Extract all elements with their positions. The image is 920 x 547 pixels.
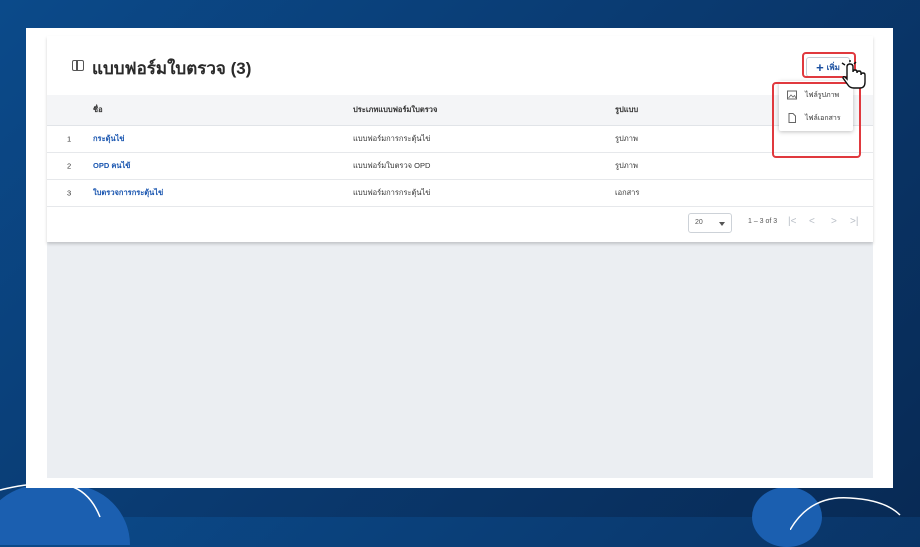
table-row[interactable]: 3 ใบตรวจการกระตุ้นไข่ แบบฟอร์มการกระตุ้น… [47,180,873,207]
page-range: 1 – 3 of 3 [748,218,778,225]
row-index: 1 [67,134,72,144]
row-name-link[interactable]: ใบตรวจการกระตุ้นไข่ [93,187,163,199]
row-name-link[interactable]: กระดุ้นไข่ [93,133,125,145]
card-header: แบบฟอร์มใบตรวจ (3) [47,36,873,94]
row-format: รูปภาพ [615,161,638,170]
page-size-select[interactable]: 20 [688,213,732,233]
caret-down-icon [719,222,725,226]
first-page-icon[interactable]: |< [788,216,796,227]
column-header-type[interactable]: ประเภทแบบฟอร์มใบตรวจ [353,104,437,116]
hand-pointer-icon [841,60,866,89]
row-index: 3 [67,188,72,198]
background-curve-line [0,483,101,518]
table-header: ชื่อ ประเภทแบบฟอร์มใบตรวจ รูปแบบ [47,95,873,126]
last-page-icon[interactable]: >| [850,216,858,227]
background-curve-line-right [790,497,901,530]
page-size-value: 20 [695,219,703,226]
row-format: รูปภาพ [615,134,638,143]
row-index: 2 [67,161,72,171]
forms-table: ชื่อ ประเภทแบบฟอร์มใบตรวจ รูปแบบ 1 กระดุ… [47,95,873,207]
table-row[interactable]: 1 กระดุ้นไข่ แบบฟอร์มการกระตุ้นไข่ รูปภา… [47,126,873,153]
page-title: แบบฟอร์มใบตรวจ (3) [92,59,252,78]
row-type: แบบฟอร์มใบตรวจ OPD [353,161,431,170]
table-row[interactable]: 2 OPD คนไข้ แบบฟอร์มใบตรวจ OPD รูปภาพ [47,153,873,180]
forms-card: แบบฟอร์มใบตรวจ (3) + เพิ่ม ชื่อ ประเภทแบ… [47,36,873,242]
pagination: 20 1 – 3 of 3 |< < > >| [47,210,873,234]
sidebar-panel-icon [72,60,84,71]
row-name-link[interactable]: OPD คนไข้ [93,160,130,172]
column-header-format[interactable]: รูปแบบ [615,104,638,116]
row-type: แบบฟอร์มการกระตุ้นไข่ [353,188,431,197]
prev-page-icon[interactable]: < [809,216,815,227]
next-page-icon[interactable]: > [831,216,837,227]
row-format: เอกสาร [615,188,640,197]
column-header-name[interactable]: ชื่อ [93,104,103,116]
row-type: แบบฟอร์มการกระตุ้นไข่ [353,134,431,143]
highlight-box-menu [772,82,861,158]
